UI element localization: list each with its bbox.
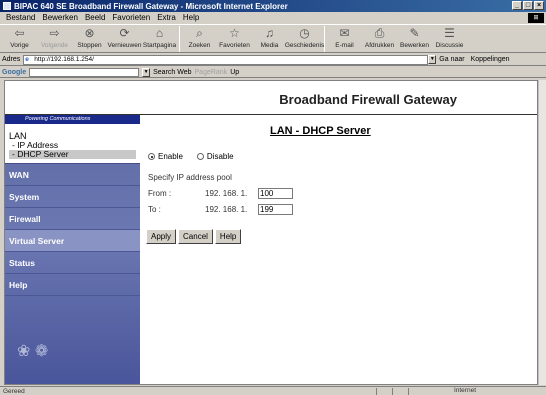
- mail-icon: ✉: [339, 26, 350, 40]
- printer-icon: ⎙: [374, 26, 385, 40]
- pagerank-indicator: PageRank: [194, 68, 228, 76]
- close-button[interactable]: ×: [534, 1, 544, 10]
- up-button[interactable]: Up: [230, 69, 239, 76]
- status-divider: [392, 388, 393, 395]
- from-ip-prefix: 192. 168. 1.: [205, 189, 248, 198]
- stop-button[interactable]: ⊗ Stoppen: [72, 25, 107, 53]
- address-dropdown-icon[interactable]: ▼: [428, 55, 437, 64]
- status-text: Gereed: [3, 387, 25, 395]
- google-logo[interactable]: Google: [2, 69, 26, 76]
- stop-icon: ⊗: [84, 26, 95, 40]
- menu-bar: Bestand Bewerken Beeld Favorieten Extra …: [0, 12, 546, 23]
- disable-radio-dot[interactable]: [196, 153, 204, 160]
- menu-file[interactable]: Bestand: [6, 13, 35, 22]
- media-icon: ♫: [265, 26, 274, 40]
- from-row: From : 192. 168. 1.: [148, 188, 293, 199]
- address-bar: Adres http://192.168.1.254/ ▼ Ga naar Ko…: [0, 54, 546, 66]
- address-input[interactable]: http://192.168.1.254/: [23, 54, 429, 65]
- to-ip-prefix: 192. 168. 1.: [205, 205, 248, 214]
- cancel-button[interactable]: Cancel: [178, 229, 213, 244]
- decorative-plant-icon: ❀ ❁: [17, 343, 49, 360]
- vertical-scrollbar[interactable]: [538, 80, 546, 385]
- discuss-icon: ☰: [444, 26, 455, 40]
- nav-help[interactable]: Help: [5, 274, 140, 296]
- forward-arrow-icon: ⇨: [49, 26, 60, 40]
- history-icon: ◷: [299, 26, 310, 40]
- back-button[interactable]: ⇦ Vorige: [2, 25, 37, 53]
- search-icon: ⌕: [196, 26, 203, 40]
- toolbar-separator: [324, 26, 325, 52]
- page-title: LAN - DHCP Server: [270, 125, 371, 137]
- to-ip-input[interactable]: [258, 204, 293, 215]
- history-button[interactable]: ◷ Geschiedenis: [285, 25, 324, 53]
- menu-tools[interactable]: Extra: [157, 13, 176, 22]
- google-dropdown-icon[interactable]: ▼: [142, 67, 151, 77]
- status-divider: [408, 388, 409, 395]
- nav-system[interactable]: System: [5, 186, 140, 208]
- home-icon: ⌂: [155, 26, 164, 40]
- nav-virtual-server[interactable]: Virtual Server: [5, 230, 140, 252]
- window-titlebar: BIPAC 640 SE Broadband Firewall Gateway …: [0, 0, 546, 12]
- ie-icon: [3, 2, 11, 10]
- google-search-input[interactable]: [29, 67, 140, 77]
- window-title: BIPAC 640 SE Broadband Firewall Gateway …: [14, 1, 288, 11]
- go-button[interactable]: Ga naar: [439, 56, 464, 63]
- address-label: Adres: [2, 56, 21, 63]
- minimize-button[interactable]: _: [512, 1, 522, 10]
- nav-firewall[interactable]: Firewall: [5, 208, 140, 230]
- home-button[interactable]: ⌂ Startpagina: [142, 25, 177, 53]
- favorites-icon: ☆: [229, 26, 240, 40]
- menu-help[interactable]: Help: [183, 13, 199, 22]
- disable-radio[interactable]: Disable: [196, 152, 234, 161]
- enable-radio-dot[interactable]: [148, 153, 155, 160]
- help-button[interactable]: Help: [214, 229, 242, 244]
- to-row: To : 192. 168. 1.: [148, 204, 293, 215]
- menu-favorites[interactable]: Favorieten: [112, 13, 150, 22]
- status-bar: Gereed Internet: [0, 386, 546, 395]
- toolbar-separator: [179, 26, 180, 52]
- maximize-button[interactable]: □: [523, 1, 533, 10]
- form-buttons: Apply Cancel Help: [146, 229, 242, 244]
- router-title: Broadband Firewall Gateway: [279, 92, 457, 107]
- nav-status[interactable]: Status: [5, 252, 140, 274]
- edit-icon: ✎: [409, 26, 420, 40]
- refresh-icon: ⟳: [119, 26, 130, 40]
- links-button[interactable]: Koppelingen: [471, 56, 510, 63]
- menu-view[interactable]: Beeld: [85, 13, 105, 22]
- disable-label: Disable: [206, 152, 234, 161]
- favorites-button[interactable]: ☆ Favorieten: [217, 25, 252, 53]
- enable-radio[interactable]: Enable: [148, 152, 183, 161]
- back-arrow-icon: ⇦: [14, 26, 25, 40]
- from-label: From :: [148, 189, 172, 198]
- nav-wan[interactable]: WAN: [5, 164, 140, 186]
- router-header: Broadband Firewall Gateway: [5, 81, 537, 115]
- windows-logo-icon: ⊞: [528, 13, 544, 23]
- menu-edit[interactable]: Bewerken: [42, 13, 78, 22]
- nav-dhcp-server[interactable]: - DHCP Server: [9, 150, 136, 159]
- brand-slogan: Powering Communications: [5, 115, 140, 124]
- media-button[interactable]: ♫ Media: [252, 25, 287, 53]
- apply-button[interactable]: Apply: [146, 229, 177, 244]
- pool-label: Specify IP address pool: [148, 173, 232, 182]
- from-ip-input[interactable]: [258, 188, 293, 199]
- google-toolbar: Google ▼ Search Web PageRank Up: [0, 67, 546, 78]
- mail-button[interactable]: ✉ E-mail: [327, 25, 362, 53]
- dhcp-mode-radios: Enable Disable: [148, 152, 234, 161]
- dhcp-content: LAN - DHCP Server Enable Disable Specify…: [140, 115, 537, 384]
- discuss-button[interactable]: ☰ Discussie: [432, 25, 467, 53]
- refresh-button[interactable]: ⟳ Vernieuwen: [107, 25, 142, 53]
- lan-menu-group: LAN - IP Address - DHCP Server: [5, 124, 140, 164]
- browser-toolbar: ⇦ Vorige ⇨ Volgende ⊗ Stoppen ⟳ Vernieuwen ⌂…: [0, 24, 546, 53]
- router-sidebar: Powering Communications LAN - IP Address…: [5, 115, 140, 384]
- status-divider: [376, 388, 377, 395]
- edit-button[interactable]: ✎ Bewerken: [397, 25, 432, 53]
- forward-button[interactable]: ⇨ Volgende: [37, 25, 72, 53]
- security-zone: Internet: [453, 387, 476, 394]
- search-button[interactable]: ⌕ Zoeken: [182, 25, 217, 53]
- enable-label: Enable: [158, 152, 183, 161]
- page-viewport: Broadband Firewall Gateway Powering Comm…: [4, 80, 538, 385]
- to-label: To :: [148, 205, 161, 214]
- print-button[interactable]: ⎙ Afdrukken: [362, 25, 397, 53]
- search-web-button[interactable]: Search Web: [153, 69, 191, 76]
